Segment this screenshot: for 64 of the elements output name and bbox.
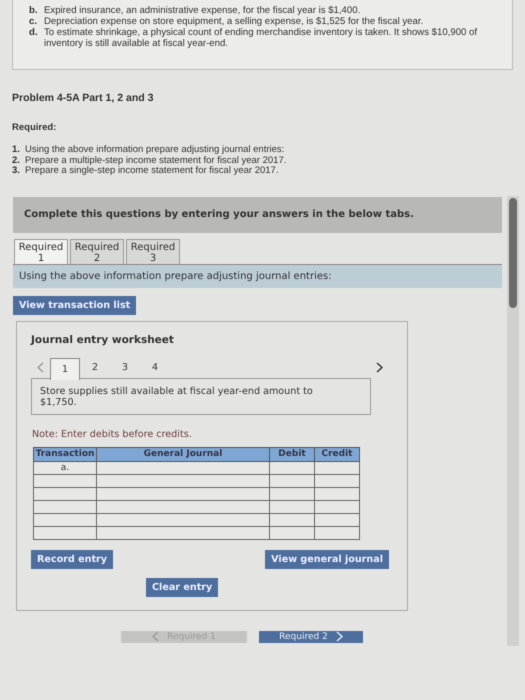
tab[interactable]: Required 2 [70, 238, 124, 264]
entry-cell[interactable] [314, 474, 360, 487]
transaction-cell: a. [34, 461, 96, 474]
detail-text: Depreciation expense on store equipment, a selling expense, is $1,525 for the fiscal year. [44, 16, 424, 27]
entry-cell[interactable] [314, 526, 360, 539]
next-part-button[interactable]: Required 2 [259, 630, 363, 642]
entry-description: Store supplies still available at fiscal year-end amount to $1,750. [31, 378, 371, 414]
worksheet-title: Journal entry worksheet [31, 334, 175, 346]
transaction-cell [34, 526, 96, 539]
chevron-right-icon [336, 630, 343, 642]
list-marker: 2. [12, 156, 21, 166]
instructions-banner: Complete this questions by entering your answers in the below tabs. [13, 196, 502, 232]
list-marker: 3. [12, 166, 21, 176]
column-header: General Journal [96, 447, 270, 461]
tab[interactable]: Required 3 [126, 238, 180, 264]
chevron-left-icon [37, 362, 44, 373]
column-header: Debit [270, 447, 314, 461]
transaction-cell [34, 500, 96, 513]
entry-cell[interactable] [314, 500, 360, 513]
entry-cell[interactable] [96, 513, 270, 526]
requirement-text: Prepare a multiple-step income statement for fiscal year 2017. [25, 156, 286, 166]
detail-text: To estimate shrinkage, a physical count of ending merchandise inventory is taken. It shows $10,900 of inventory is still available at fiscal year-end. [44, 27, 478, 49]
clear-entry-button[interactable]: Clear entry [146, 578, 218, 596]
entry-cell[interactable] [96, 487, 270, 500]
entry-cell[interactable] [270, 526, 314, 539]
chevron-left-icon [152, 630, 160, 642]
entry-cell[interactable] [96, 461, 270, 474]
entry-cell[interactable] [96, 526, 270, 539]
view-general-journal-button[interactable]: View general journal [265, 550, 389, 568]
transaction-cell [34, 474, 96, 487]
list-marker: 1. [12, 145, 21, 156]
tab[interactable]: Required 1 [14, 238, 68, 264]
entry-cell[interactable] [270, 513, 314, 526]
scrollbar-thumb[interactable] [509, 198, 517, 308]
entry-cell[interactable] [270, 487, 314, 500]
entry-cell[interactable] [270, 461, 314, 474]
column-header: Credit [314, 447, 360, 461]
requirement-text: Using the above information prepare adjusting journal entries: [25, 145, 284, 156]
step-tab[interactable]: 3 [110, 358, 140, 378]
record-entry-button[interactable]: Record entry [31, 550, 114, 568]
entry-cell[interactable] [314, 487, 360, 500]
entry-cell[interactable] [314, 461, 360, 474]
step-tab[interactable]: 2 [80, 358, 110, 378]
tab-prompt: Using the above information prepare adjusting journal entries: [13, 264, 502, 288]
chevron-right-icon [376, 362, 383, 373]
requirement-text: Prepare a single-step income statement for fiscal year 2017. [25, 166, 278, 176]
note-text: Note: Enter debits before credits. [32, 428, 193, 440]
entry-cell[interactable] [270, 474, 314, 487]
detail-text: Expired insurance, an administrative expense, for the fiscal year is $1,400. [44, 5, 360, 16]
list-marker: d. [29, 27, 39, 40]
step-tab[interactable]: 1 [50, 358, 80, 380]
entry-cell[interactable] [314, 513, 360, 526]
transaction-cell [34, 487, 96, 500]
list-marker: b. [29, 5, 39, 16]
column-header: Transaction [34, 447, 96, 461]
transaction-cell [34, 513, 96, 526]
view-transaction-list-button[interactable]: View transaction list [13, 296, 136, 314]
step-tab[interactable]: 4 [140, 358, 170, 378]
required-heading: Required: [12, 122, 58, 133]
list-marker: c. [29, 16, 38, 27]
entry-cell[interactable] [96, 500, 270, 513]
entry-cell[interactable] [96, 474, 270, 487]
entry-cell[interactable] [270, 500, 314, 513]
problem-title: Problem 4-5A Part 1, 2 and 3 [12, 92, 154, 104]
